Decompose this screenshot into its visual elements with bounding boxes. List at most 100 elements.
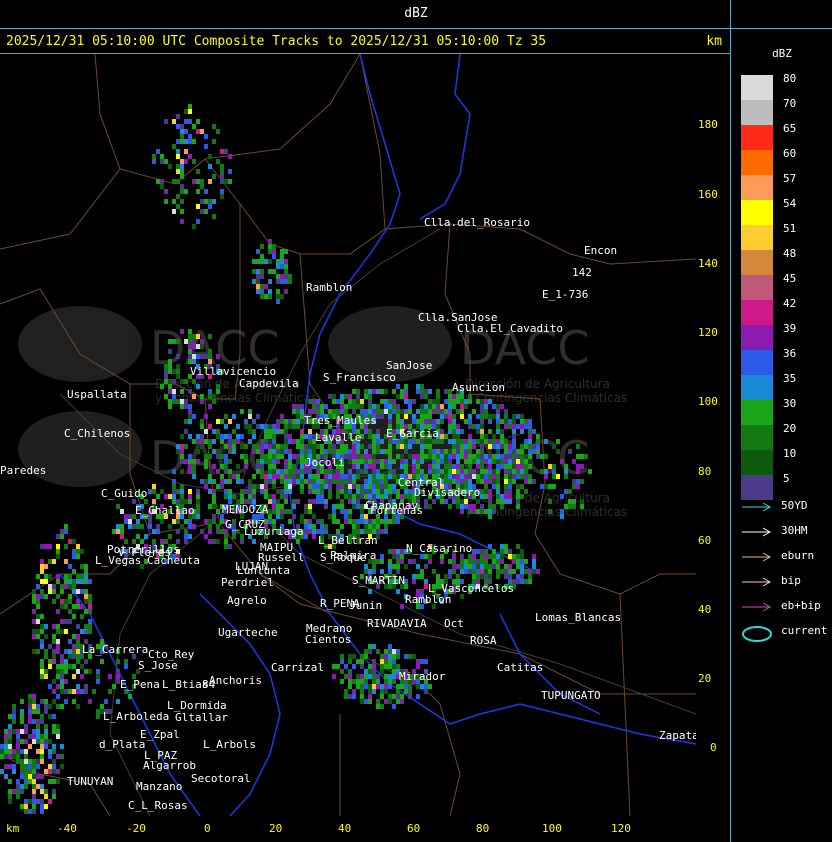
echo-pixel (320, 444, 324, 449)
echo-pixel (276, 429, 280, 434)
echo-pixel (424, 659, 428, 664)
echo-pixel (520, 454, 524, 459)
echo-pixel (576, 464, 580, 469)
echo-pixel (388, 489, 392, 494)
echo-pixel (268, 514, 272, 519)
echo-pixel (292, 454, 296, 459)
echo-pixel (488, 509, 492, 514)
echo-pixel (508, 444, 512, 449)
echo-pixel (24, 754, 28, 759)
echo-pixel (336, 484, 340, 489)
echo-pixel (444, 479, 448, 484)
echo-pixel (256, 274, 260, 279)
echo-pixel (180, 459, 184, 464)
echo-pixel (176, 339, 180, 344)
echo-pixel (48, 799, 52, 804)
echo-pixel (56, 674, 60, 679)
echo-pixel (356, 524, 360, 529)
echo-pixel (492, 404, 496, 409)
echo-pixel (36, 634, 40, 639)
echo-pixel (32, 629, 36, 634)
echo-pixel (452, 499, 456, 504)
echo-pixel (468, 434, 472, 439)
echo-pixel (84, 629, 88, 634)
echo-pixel (520, 414, 524, 419)
echo-pixel (204, 189, 208, 194)
echo-pixel (48, 684, 52, 689)
echo-pixel (416, 419, 420, 424)
echo-pixel (268, 474, 272, 479)
echo-pixel (348, 469, 352, 474)
echo-pixel (212, 514, 216, 519)
y-tick-0: 0 (710, 741, 717, 754)
echo-pixel (60, 534, 64, 539)
echo-pixel (424, 499, 428, 504)
echo-pixel (392, 389, 396, 394)
radar-map-canvas[interactable]: DACC DACC DACC DACC Dirección de Agricul… (0, 54, 696, 816)
echo-pixel (524, 459, 528, 464)
echo-pixel (316, 399, 320, 404)
echo-pixel (340, 489, 344, 494)
echo-pixel (248, 494, 252, 499)
echo-pixel (268, 259, 272, 264)
echo-pixel (460, 469, 464, 474)
echo-pixel (216, 129, 220, 134)
echo-pixel (556, 474, 560, 479)
echo-pixel (180, 524, 184, 529)
echo-pixel (36, 619, 40, 624)
echo-pixel (160, 384, 164, 389)
echo-pixel (400, 684, 404, 689)
echo-pixel (52, 794, 56, 799)
echo-pixel (216, 529, 220, 534)
echo-pixel (208, 334, 212, 339)
echo-pixel (280, 504, 284, 509)
echo-pixel (500, 499, 504, 504)
echo-pixel (44, 649, 48, 654)
echo-pixel (496, 429, 500, 434)
echo-pixel (52, 699, 56, 704)
echo-pixel (424, 419, 428, 424)
echo-pixel (508, 499, 512, 504)
radar-map[interactable]: DACC DACC DACC DACC Dirección de Agricul… (0, 54, 696, 816)
echo-pixel (180, 134, 184, 139)
echo-pixel (268, 509, 272, 514)
echo-pixel (96, 679, 100, 684)
echo-pixel (220, 439, 224, 444)
echo-pixel (32, 609, 36, 614)
echo-pixel (320, 494, 324, 499)
echo-pixel (224, 464, 228, 469)
echo-pixel (404, 399, 408, 404)
echo-pixel (40, 699, 44, 704)
echo-pixel (252, 489, 256, 494)
echo-pixel (304, 504, 308, 509)
echo-pixel (380, 474, 384, 479)
echo-pixel (332, 514, 336, 519)
echo-pixel (508, 574, 512, 579)
echo-pixel (72, 649, 76, 654)
echo-pixel (496, 569, 500, 574)
echo-pixel (340, 474, 344, 479)
echo-pixel (56, 669, 60, 674)
echo-pixel (264, 284, 268, 289)
echo-pixel (448, 459, 452, 464)
echo-pixel (344, 694, 348, 699)
echo-pixel (212, 124, 216, 129)
echo-pixel (264, 294, 268, 299)
echo-pixel (76, 554, 80, 559)
echo-pixel (348, 669, 352, 674)
echo-pixel (480, 444, 484, 449)
echo-pixel (228, 479, 232, 484)
place-label: TUNUYAN (67, 775, 113, 788)
echo-pixel (48, 779, 52, 784)
echo-pixel (368, 649, 372, 654)
echo-pixel (176, 179, 180, 184)
echo-pixel (508, 454, 512, 459)
echo-pixel (304, 529, 308, 534)
echo-pixel (212, 439, 216, 444)
track-legend-current: current (741, 624, 827, 645)
echo-pixel (108, 674, 112, 679)
echo-pixel (348, 399, 352, 404)
echo-pixel (172, 369, 176, 374)
echo-pixel (384, 389, 388, 394)
echo-pixel (440, 449, 444, 454)
